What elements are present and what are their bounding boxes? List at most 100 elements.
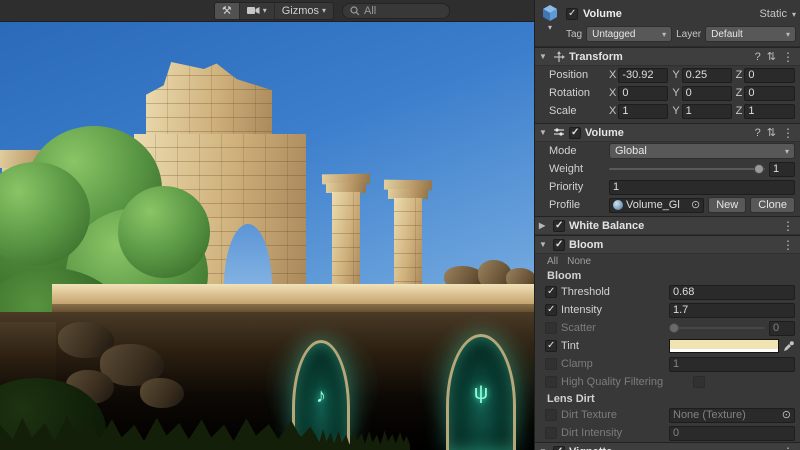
priority-field[interactable]: 1 [609, 180, 795, 195]
profile-clone-button[interactable]: Clone [750, 197, 795, 213]
presets-icon[interactable]: ⇅ [767, 50, 776, 63]
intensity-row: Intensity 1.7 [535, 301, 800, 319]
rotation-z-field[interactable]: 0 [744, 86, 795, 101]
bloom-all-button[interactable]: All [547, 256, 558, 267]
scale-y-field[interactable]: 1 [682, 104, 732, 119]
clamp-field[interactable]: 1 [669, 357, 795, 372]
dirt-intensity-field[interactable]: 0 [669, 426, 795, 441]
dirt-intensity-label: Dirt Intensity [561, 427, 665, 439]
kebab-menu-icon[interactable]: ⋮ [782, 50, 794, 64]
foldout-icon[interactable]: ▼ [539, 128, 549, 137]
weight-value-field[interactable]: 1 [769, 162, 795, 177]
bloom-enabled-checkbox[interactable] [553, 239, 565, 251]
clamp-row: Clamp 1 [535, 355, 800, 373]
kebab-menu-icon[interactable]: ⋮ [782, 238, 794, 252]
clamp-override-checkbox[interactable] [545, 358, 557, 370]
profile-row: Profile Volume_Gl ⊙ New Clone [535, 196, 800, 214]
intensity-field[interactable]: 1.7 [669, 303, 795, 318]
rotation-x-field[interactable]: 0 [618, 86, 668, 101]
tag-dropdown[interactable]: Untagged ▾ [586, 26, 672, 42]
kebab-menu-icon[interactable]: ⋮ [782, 445, 794, 450]
tools-icon: ⚒ [222, 4, 232, 17]
scene-canvas[interactable]: ♪ ψ [0, 22, 534, 450]
layer-dropdown[interactable]: Default ▾ [705, 26, 796, 42]
profile-object-field[interactable]: Volume_Gl ⊙ [609, 198, 704, 213]
bloom-title: Bloom [569, 239, 603, 251]
door-rune-left: ♪ [316, 385, 326, 408]
rubble-rock [140, 378, 184, 408]
kebab-menu-icon[interactable]: ⋮ [782, 126, 794, 140]
scatter-override-checkbox[interactable] [545, 322, 557, 334]
intensity-label: Intensity [561, 304, 665, 316]
dirt-texture-object-field[interactable]: None (Texture) ⊙ [669, 408, 795, 423]
weight-row: Weight 1 [535, 160, 800, 178]
mode-dropdown[interactable]: Global ▾ [609, 143, 795, 159]
chevron-down-icon: ▾ [786, 30, 790, 39]
position-row: Position X-30.92 Y0.25 Z0 [535, 66, 800, 84]
scatter-slider[interactable] [669, 320, 765, 336]
threshold-override-checkbox[interactable] [545, 286, 557, 298]
threshold-field[interactable]: 0.68 [669, 285, 795, 300]
intensity-override-checkbox[interactable] [545, 304, 557, 316]
volume-component-title: Volume [585, 127, 624, 139]
scale-z-field[interactable]: 1 [744, 104, 795, 119]
position-z-field[interactable]: 0 [744, 68, 795, 83]
dirt-texture-override-checkbox[interactable] [545, 409, 557, 421]
foldout-icon[interactable]: ▼ [539, 240, 549, 249]
axis-y-label: Y [672, 87, 679, 99]
foldout-icon[interactable]: ▶ [539, 221, 549, 230]
volume-enabled-checkbox[interactable] [569, 127, 581, 139]
rotation-label: Rotation [549, 87, 605, 99]
white-balance-enabled-checkbox[interactable] [553, 220, 565, 232]
position-x-field[interactable]: -30.92 [618, 68, 668, 83]
object-picker-icon[interactable]: ⊙ [691, 199, 700, 212]
vignette-header[interactable]: ▼ Vignette ⋮ [535, 442, 800, 450]
gameobject-name[interactable]: Volume [583, 8, 754, 20]
profile-new-button[interactable]: New [708, 197, 746, 213]
axis-x-label: X [609, 87, 616, 99]
object-picker-icon[interactable]: ⊙ [782, 409, 791, 422]
scene-tools-button[interactable]: ⚒ [215, 3, 240, 19]
scale-row: Scale X1 Y1 Z1 [535, 102, 800, 120]
scene-search-input[interactable]: All [342, 3, 450, 19]
help-icon[interactable]: ? [755, 51, 761, 63]
position-y-field[interactable]: 0.25 [682, 68, 732, 83]
hqf-value-checkbox[interactable] [693, 376, 705, 388]
transform-header[interactable]: ▼ Transform ? ⇅ ⋮ [535, 47, 800, 66]
hqf-override-checkbox[interactable] [545, 376, 557, 388]
threshold-label: Threshold [561, 286, 665, 298]
static-label[interactable]: Static [759, 8, 787, 20]
eyedropper-icon[interactable] [783, 340, 795, 352]
chevron-down-icon: ▾ [785, 147, 789, 156]
bloom-none-button[interactable]: None [567, 256, 591, 267]
scale-x-field[interactable]: 1 [618, 104, 668, 119]
volume-component-header[interactable]: ▼ Volume ? ⇅ ⋮ [535, 123, 800, 142]
tint-label: Tint [561, 340, 665, 352]
gameobject-header: ▾ Volume Static ▾ Tag Untagged ▾ Layer D… [535, 0, 800, 47]
chevron-down-icon: ▾ [322, 6, 326, 15]
camera-view-button[interactable]: ▾ [240, 3, 275, 19]
help-icon[interactable]: ? [755, 127, 761, 139]
bloom-header[interactable]: ▼ Bloom ⋮ [535, 235, 800, 254]
scatter-row: Scatter 0 [535, 319, 800, 337]
scatter-label: Scatter [561, 322, 665, 334]
kebab-menu-icon[interactable]: ⋮ [782, 219, 794, 233]
tint-override-checkbox[interactable] [545, 340, 557, 352]
gizmos-dropdown[interactable]: Gizmos ▾ [275, 3, 333, 19]
rotation-y-field[interactable]: 0 [682, 86, 732, 101]
presets-icon[interactable]: ⇅ [767, 126, 776, 139]
foldout-icon[interactable]: ▼ [539, 52, 549, 61]
white-balance-header[interactable]: ▶ White Balance ⋮ [535, 216, 800, 235]
door-rune-right: ψ [474, 382, 488, 405]
dirt-intensity-override-checkbox[interactable] [545, 427, 557, 439]
scatter-value-field[interactable]: 0 [769, 321, 795, 336]
tint-color-swatch[interactable] [669, 339, 779, 353]
weight-slider[interactable] [609, 161, 765, 177]
scene-view[interactable]: ⚒ ▾ Gizmos ▾ All [0, 0, 534, 450]
gameobject-active-checkbox[interactable] [566, 8, 578, 20]
static-dropdown-arrow[interactable]: ▾ [792, 10, 796, 19]
icon-picker-arrow[interactable]: ▾ [548, 23, 552, 32]
axis-z-label: Z [736, 69, 743, 81]
vignette-enabled-checkbox[interactable] [553, 446, 565, 450]
white-balance-title: White Balance [569, 220, 644, 232]
